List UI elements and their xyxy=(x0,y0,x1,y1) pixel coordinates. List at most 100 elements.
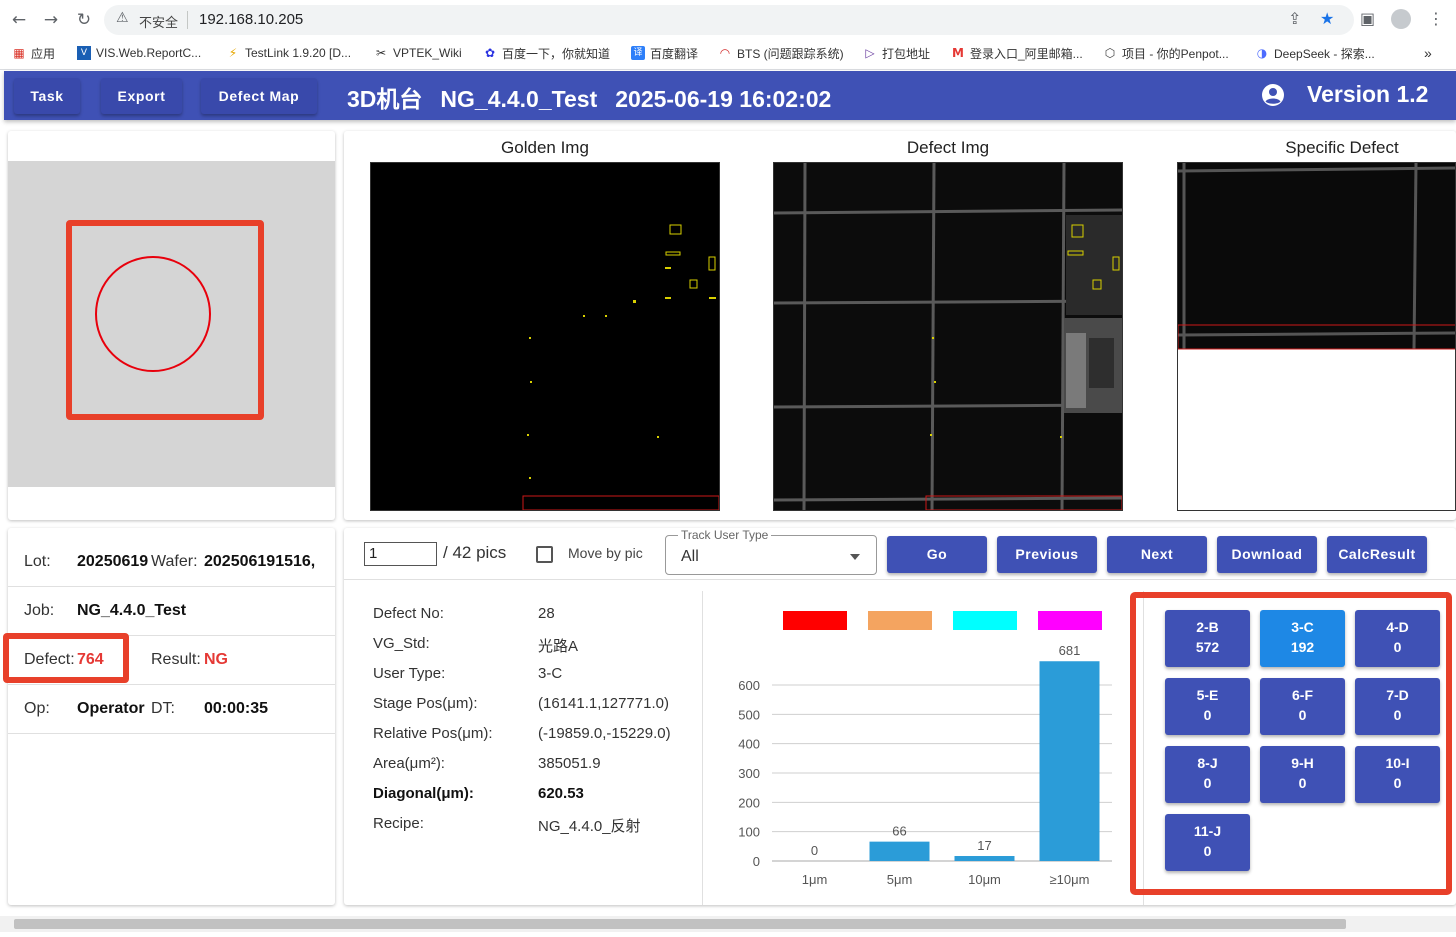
wiki-icon: ✂ xyxy=(375,46,387,60)
user-type-name: 10-I xyxy=(1385,755,1410,771)
y-tick-label: 300 xyxy=(738,766,760,781)
golden-img-title: Golden Img xyxy=(501,138,589,157)
specific-defect-content xyxy=(1178,163,1455,350)
download-button[interactable]: Download xyxy=(1217,536,1317,573)
bookmark-package[interactable]: ▷ 打包地址 xyxy=(863,44,930,62)
app-header: Task Export Defect Map 3D机台 NG_4.4.0_Test… xyxy=(4,71,1456,120)
detail-value: (-19859.0,-15229.0) xyxy=(538,725,671,742)
translate-icon: 译 xyxy=(631,46,645,60)
info-row-lot: Lot: 20250619 Wafer: 202506191516, xyxy=(8,538,335,587)
mail-icon: M xyxy=(952,46,964,60)
detail-label: VG_Std: xyxy=(373,635,430,652)
insecure-label: 不安全 xyxy=(139,15,179,30)
forward-icon[interactable]: → xyxy=(40,9,62,31)
star-icon[interactable]: ★ xyxy=(1320,9,1334,28)
y-tick-label: 600 xyxy=(738,678,760,693)
wafer-map[interactable] xyxy=(8,161,335,487)
go-button[interactable]: Go xyxy=(887,536,987,573)
info-row-defect: Defect: 764 Result: NG xyxy=(3,633,335,685)
user-type-button-9-H[interactable]: 9-H 0 xyxy=(1260,746,1345,803)
specific-defect-image[interactable] xyxy=(1177,162,1456,511)
user-type-button-3-C[interactable]: 3-C 192 xyxy=(1260,610,1345,667)
bookmark-deepseek[interactable]: ◑ DeepSeek - 探索... xyxy=(1255,44,1375,62)
defect-image[interactable] xyxy=(773,162,1123,511)
page-number-input[interactable]: 1 xyxy=(364,542,437,566)
reload-icon[interactable]: ↻ xyxy=(73,9,95,31)
bookmark-apps[interactable]: ▦ 应用 xyxy=(12,44,55,62)
move-by-pic-checkbox[interactable] xyxy=(536,546,553,563)
defect-map-button[interactable]: Defect Map xyxy=(201,78,317,114)
export-button[interactable]: Export xyxy=(101,78,182,114)
omnibox-separator xyxy=(187,11,188,29)
bts-icon: ◠ xyxy=(719,46,731,60)
bookmark-bts[interactable]: ◠ BTS (问题跟踪系统) xyxy=(718,44,844,62)
y-tick-label: 100 xyxy=(738,825,760,840)
previous-button[interactable]: Previous xyxy=(997,536,1097,573)
details-chart-divider xyxy=(702,591,703,905)
user-type-button-10-I[interactable]: 10-I 0 xyxy=(1355,746,1440,803)
controls-divider xyxy=(344,579,1456,580)
x-tick-label: 10μm xyxy=(968,872,1001,887)
dropdown-arrow-icon[interactable] xyxy=(850,554,860,560)
detail-value: 385051.9 xyxy=(538,755,601,772)
bookmark-vis-report[interactable]: V VIS.Web.ReportC... xyxy=(77,44,201,62)
back-icon[interactable]: ← xyxy=(8,9,30,31)
version-label: Version 1.2 xyxy=(1307,81,1429,107)
bookmark-vptek-wiki[interactable]: ✂ VPTEK_Wiki xyxy=(374,44,462,62)
detail-label: User Type: xyxy=(373,665,446,682)
detail-label: Area(μm²): xyxy=(373,755,445,772)
profile-avatar-icon[interactable] xyxy=(1391,9,1411,29)
account-circle-icon[interactable] xyxy=(1261,83,1285,107)
golden-image[interactable] xyxy=(370,162,720,511)
apps-grid-icon: ▦ xyxy=(13,46,25,60)
scrollbar-thumb[interactable] xyxy=(14,919,1346,929)
user-type-count: 0 xyxy=(1298,707,1307,723)
detail-label: Diagonal(μm): xyxy=(373,785,474,802)
detail-value: NG_4.4.0_反射 xyxy=(538,818,641,835)
wafer-outline xyxy=(95,256,211,372)
track-user-type-label: Track User Type xyxy=(678,528,772,542)
user-type-button-11-J[interactable]: 11-J 0 xyxy=(1165,814,1250,871)
bar-value-label: 17 xyxy=(977,838,991,853)
detail-value: 3-C xyxy=(538,665,563,682)
user-type-count: 192 xyxy=(1290,639,1315,655)
next-button[interactable]: Next xyxy=(1107,536,1207,573)
play-icon: ▷ xyxy=(865,46,875,60)
recipe-name: NG_4.4.0_Test xyxy=(440,86,598,112)
user-type-count: 0 xyxy=(1393,707,1402,723)
result-value: NG xyxy=(204,651,228,668)
lot-label: Lot: xyxy=(24,553,51,570)
user-type-button-6-F[interactable]: 6-F 0 xyxy=(1260,678,1345,735)
y-tick-label: 400 xyxy=(738,737,760,752)
track-user-type-value: All xyxy=(681,548,699,565)
user-type-button-7-D[interactable]: 7-D 0 xyxy=(1355,678,1440,735)
dt-value: 00:00:35 xyxy=(204,700,269,717)
url-text[interactable]: 192.168.10.205 xyxy=(199,11,303,28)
task-button[interactable]: Task xyxy=(14,78,80,114)
user-type-count: 0 xyxy=(1393,775,1402,791)
share-icon[interactable]: ⇪ xyxy=(1288,9,1301,28)
machine-name: 3D机台 xyxy=(347,86,423,112)
x-tick-label: 1μm xyxy=(802,872,828,887)
dt-label: DT: xyxy=(151,700,175,717)
user-type-name: 3-C xyxy=(1291,619,1314,635)
user-type-name: 4-D xyxy=(1386,619,1409,635)
menu-kebab-icon[interactable]: ⋮ xyxy=(1428,9,1444,28)
bookmark-baidu[interactable]: ✿ 百度一下，你就知道 xyxy=(483,44,610,62)
detail-label: Recipe: xyxy=(373,815,424,832)
user-type-name: 8-J xyxy=(1197,755,1218,771)
user-type-button-5-E[interactable]: 5-E 0 xyxy=(1165,678,1250,735)
defect-count: 764 xyxy=(77,651,104,668)
user-type-button-4-D[interactable]: 4-D 0 xyxy=(1355,610,1440,667)
bookmark-baidu-translate[interactable]: 译百度翻译 xyxy=(631,44,698,62)
bookmarks-overflow-icon[interactable]: » xyxy=(1424,44,1432,62)
user-type-button-2-B[interactable]: 2-B 572 xyxy=(1165,610,1250,667)
user-type-button-8-J[interactable]: 8-J 0 xyxy=(1165,746,1250,803)
bar-value-label: 66 xyxy=(892,824,906,839)
bookmark-testlink[interactable]: ⚡ TestLink 1.9.20 [D... xyxy=(226,44,351,62)
defect-img-title: Defect Img xyxy=(906,138,990,157)
sidepanel-icon[interactable]: ▣ xyxy=(1360,9,1375,28)
bookmark-penpot[interactable]: ⬡ 项目 - 你的Penpot... xyxy=(1103,44,1229,62)
calc-result-button[interactable]: CalcResult xyxy=(1327,536,1427,573)
bookmark-ali-mail[interactable]: M 登录入口_阿里邮箱... xyxy=(951,44,1083,62)
